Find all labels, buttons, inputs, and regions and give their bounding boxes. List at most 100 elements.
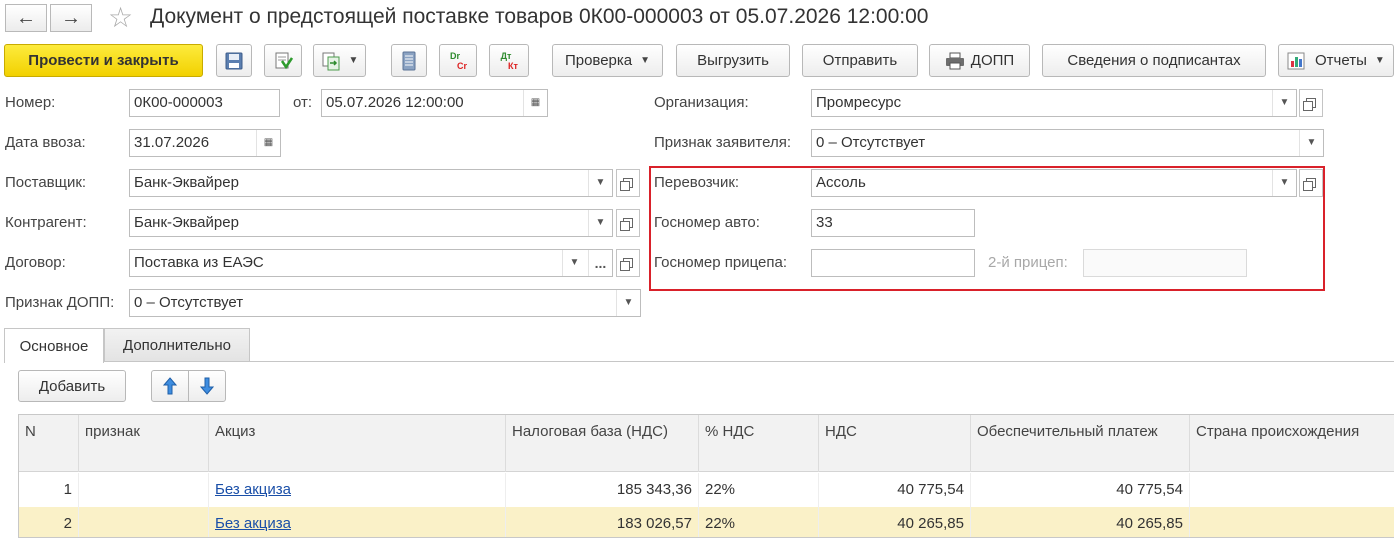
create-based-on-icon [322, 52, 340, 70]
import-date-field[interactable]: 31.07.2026 ▦ [129, 129, 281, 157]
car-plate-field[interactable]: 33 [811, 209, 975, 237]
cell-vat-percent: 22% [699, 507, 819, 537]
open-window-icon [1303, 178, 1316, 191]
carrier-field[interactable]: Ассоль ▼ [811, 169, 1297, 197]
chevron-down-icon[interactable]: ▼ [588, 170, 612, 196]
table-row[interactable]: 2 Без акциза 183 026,57 22% 40 265,85 40… [19, 507, 1394, 537]
carrier-open-button[interactable] [1299, 169, 1323, 197]
from-label: от: [293, 94, 313, 111]
column-header-sign[interactable]: признак [79, 415, 209, 472]
chevron-down-icon[interactable]: ▼ [616, 290, 640, 316]
kt-label: Кт [508, 60, 518, 71]
window-title: Документ о предстоящей поставке товаров … [150, 5, 929, 28]
counterparty-value: Банк-Эквайрер [134, 214, 239, 231]
chevron-down-icon[interactable]: ▼ [588, 210, 612, 236]
back-button[interactable]: ← [5, 4, 47, 32]
applicant-sign-value: 0 – Отсутствует [816, 134, 926, 151]
document-date-field[interactable]: 05.07.2026 12:00:00 ▦ [321, 89, 548, 117]
send-button[interactable]: Отправить [802, 44, 918, 77]
select-dots-button[interactable]: ... [588, 250, 612, 276]
reports-label: Отчеты [1315, 52, 1367, 69]
carrier-label: Перевозчик: [654, 174, 740, 191]
trailer-plate-field[interactable] [811, 249, 975, 277]
dopp-print-button[interactable]: ДОПП [929, 44, 1030, 77]
import-date-label: Дата ввоза: [5, 134, 86, 151]
excise-link[interactable]: Без акциза [215, 481, 291, 498]
column-header-country[interactable]: Страна происхождения [1190, 415, 1394, 472]
counterparty-field[interactable]: Банк-Эквайрер ▼ [129, 209, 613, 237]
open-window-icon [620, 178, 633, 191]
column-header-vat-percent[interactable]: % НДС [699, 415, 819, 472]
calendar-icon[interactable]: ▦ [523, 90, 547, 116]
organization-field[interactable]: Промресурс ▼ [811, 89, 1297, 117]
cell-tax-base: 183 026,57 [506, 507, 699, 537]
post-document-icon [275, 52, 293, 69]
cell-security-payment: 40 265,85 [971, 507, 1190, 537]
arrow-up-icon [163, 377, 177, 395]
chevron-down-icon[interactable]: ▼ [1272, 170, 1296, 196]
printer-icon [945, 52, 964, 69]
cell-country [1190, 473, 1394, 507]
dopp-sign-label: Признак ДОПП: [5, 294, 115, 311]
post-button[interactable] [264, 44, 302, 77]
counterparty-open-button[interactable] [616, 209, 640, 237]
column-header-security-payment[interactable]: Обеспечительный платеж [971, 415, 1190, 472]
applicant-sign-label: Признак заявителя: [654, 134, 792, 151]
signers-info-button[interactable]: Сведения о подписантах [1042, 44, 1266, 77]
add-row-button[interactable]: Добавить [18, 370, 126, 402]
contract-label: Договор: [5, 254, 66, 271]
number-label: Номер: [5, 94, 56, 111]
post-and-close-button[interactable]: Провести и закрыть [4, 44, 203, 77]
contract-field[interactable]: Поставка из ЕАЭС ▼ ... [129, 249, 613, 277]
create-based-on-button[interactable]: ▼ [313, 44, 366, 77]
chevron-down-icon: ▼ [348, 55, 359, 66]
cell-excise: Без акциза [209, 507, 506, 537]
journal-entries-dr-cr-button[interactable]: Dr Cr [439, 44, 477, 77]
tab-main[interactable]: Основное [4, 328, 104, 363]
tab-divider [4, 361, 1394, 362]
report-chart-icon [1287, 52, 1305, 69]
tab-additional[interactable]: Дополнительно [104, 328, 250, 362]
journal-entries-dt-kt-button[interactable]: Дт Кт [489, 44, 529, 77]
chevron-down-icon: ▼ [640, 55, 651, 66]
arrow-down-icon [200, 377, 214, 395]
favorite-star-icon[interactable]: ☆ [108, 3, 133, 33]
cell-vat: 40 265,85 [819, 507, 971, 537]
column-header-vat[interactable]: НДС [819, 415, 971, 472]
reports-menu-button[interactable]: Отчеты ▼ [1278, 44, 1394, 77]
number-field[interactable]: 0К00-000003 [129, 89, 280, 117]
calendar-icon[interactable]: ▦ [256, 130, 280, 156]
supplier-open-button[interactable] [616, 169, 640, 197]
column-header-tax-base[interactable]: Налоговая база (НДС) [506, 415, 699, 472]
second-trailer-label: 2-й прицеп: [988, 254, 1068, 271]
open-window-icon [1303, 98, 1316, 111]
forward-button[interactable]: → [50, 4, 92, 32]
chevron-down-icon[interactable]: ▼ [562, 250, 586, 276]
arrow-left-icon: ← [16, 6, 36, 29]
cell-n: 1 [19, 473, 79, 507]
supplier-field[interactable]: Банк-Эквайрер ▼ [129, 169, 613, 197]
check-label: Проверка [564, 52, 633, 69]
counterparty-label: Контрагент: [5, 214, 87, 231]
chevron-down-icon: ▼ [1374, 55, 1385, 66]
move-down-button[interactable] [188, 370, 226, 402]
chevron-down-icon[interactable]: ▼ [1299, 130, 1323, 156]
check-menu-button[interactable]: Проверка ▼ [552, 44, 663, 77]
document-structure-button[interactable] [391, 44, 427, 77]
contract-open-button[interactable] [616, 249, 640, 277]
excise-link[interactable]: Без акциза [215, 515, 291, 532]
column-header-excise[interactable]: Акциз [209, 415, 506, 472]
organization-open-button[interactable] [1299, 89, 1323, 117]
export-button[interactable]: Выгрузить [676, 44, 790, 77]
supplier-label: Поставщик: [5, 174, 87, 191]
move-up-button[interactable] [151, 370, 189, 402]
applicant-sign-field[interactable]: 0 – Отсутствует ▼ [811, 129, 1324, 157]
cell-n: 2 [19, 507, 79, 537]
dopp-sign-value: 0 – Отсутствует [134, 294, 244, 311]
chevron-down-icon[interactable]: ▼ [1272, 90, 1296, 116]
dopp-sign-field[interactable]: 0 – Отсутствует ▼ [129, 289, 641, 317]
open-window-icon [620, 258, 633, 271]
table-row[interactable]: 1 Без акциза 185 343,36 22% 40 775,54 40… [19, 473, 1394, 507]
column-header-n[interactable]: N [19, 415, 79, 472]
save-button[interactable] [216, 44, 252, 77]
